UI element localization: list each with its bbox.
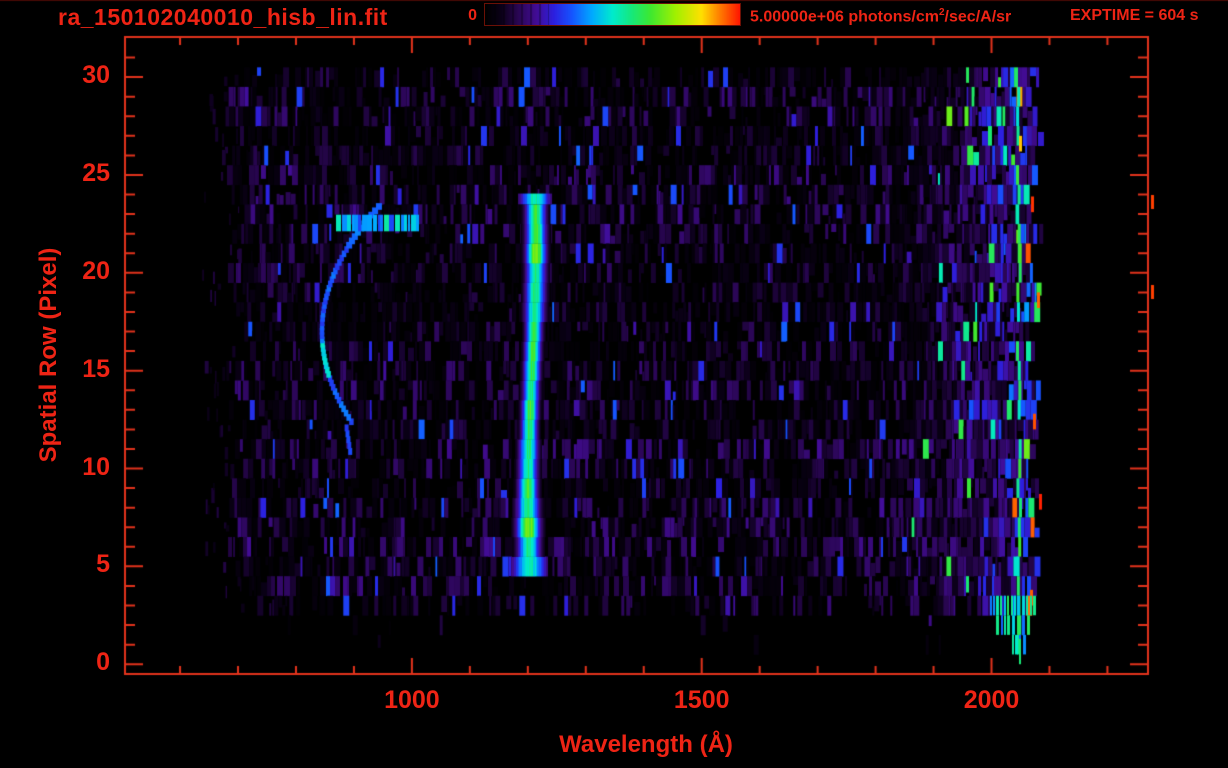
y-tick-label: 10 [82,452,110,481]
y-tick-label: 30 [82,61,110,90]
filename-title: ra_150102040010_hisb_lin.fit [58,4,388,30]
y-tick-label: 20 [82,256,110,285]
spectral-image-viewer: ra_150102040010_hisb_lin.fit 0 5.00000e+… [0,0,1228,768]
y-tick-label: 25 [82,158,110,187]
y-tick-label: 5 [96,550,110,579]
x-tick-label: 1000 [384,686,440,714]
y-tick-label: 0 [96,648,110,677]
colorbar-max-units-suffix: /sec/A/sr [944,8,1012,26]
colorbar-max-units-prefix: 5.00000e+06 photons/cm [750,8,939,26]
exptime-label: EXPTIME = 604 s [1070,7,1199,24]
x-tick-label: 2000 [963,686,1020,714]
x-axis-title: Wavelength (Å) [559,731,733,758]
x-tick-label: 1500 [673,686,730,714]
colorbar-gradient [484,3,741,26]
y-tick-label: 15 [82,354,110,383]
spectrum-heatmap-canvas [0,0,1228,768]
colorbar-min-label: 0 [468,7,477,24]
colorbar-max-label: 5.00000e+06 photons/cm2/sec/A/sr [750,7,1011,26]
